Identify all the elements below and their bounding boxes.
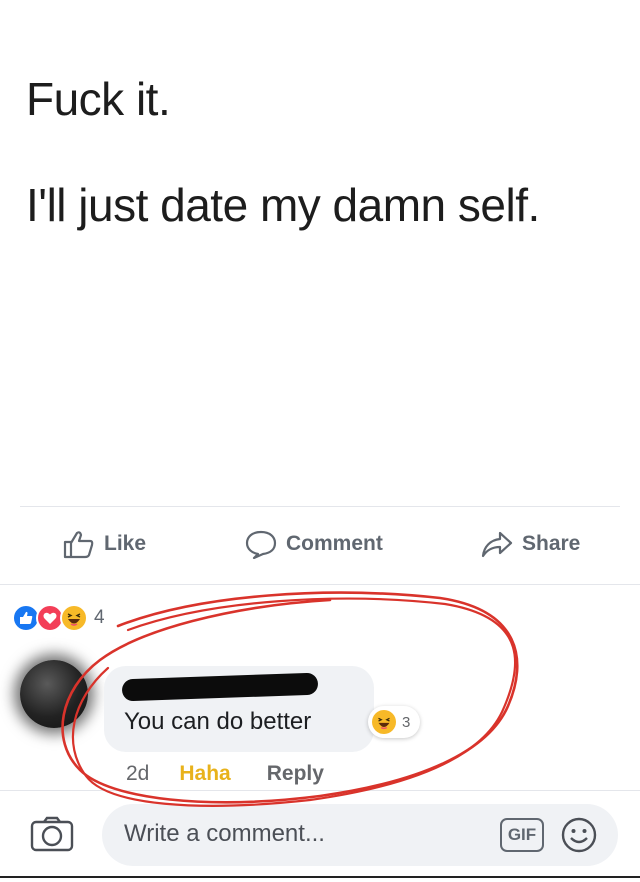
like-label: Like: [104, 532, 147, 555]
thumbs-up-icon: [62, 529, 96, 559]
reaction-count: 4: [94, 607, 105, 628]
post-action-bar: Like Comment Share: [0, 522, 640, 566]
comment-composer: Write a comment... GIF: [0, 802, 640, 868]
comment-reaction-badge[interactable]: 3: [368, 706, 421, 738]
post-text-line-2: I'll just date my damn self.: [26, 179, 540, 231]
gif-button[interactable]: GIF: [500, 818, 544, 852]
commenter-avatar[interactable]: [20, 660, 88, 728]
speech-bubble-icon: [244, 529, 278, 559]
reaction-summary[interactable]: 4: [12, 600, 105, 636]
share-arrow-icon: [480, 529, 514, 559]
like-button[interactable]: Like: [62, 522, 146, 566]
haha-icon: [372, 710, 396, 734]
haha-reaction-icon: [60, 604, 88, 632]
divider: [0, 790, 640, 791]
divider: [20, 506, 620, 507]
comment-button[interactable]: Comment: [244, 522, 383, 566]
haha-reaction-button[interactable]: Haha: [179, 762, 230, 786]
comment-meta: 2d Haha Reply: [126, 760, 324, 788]
divider: [0, 584, 640, 585]
comment-text: You can do better: [124, 708, 312, 735]
bottom-border: [0, 876, 640, 878]
comment-timestamp: 2d: [126, 762, 150, 785]
emoji-icon[interactable]: [560, 816, 598, 859]
reply-button[interactable]: Reply: [267, 762, 324, 786]
camera-icon[interactable]: [30, 816, 74, 857]
post-text-line-1: Fuck it.: [26, 73, 171, 125]
comment-input[interactable]: Write a comment... GIF: [102, 804, 618, 866]
share-button[interactable]: Share: [480, 522, 580, 566]
comment-input-placeholder: Write a comment...: [124, 820, 325, 847]
share-label: Share: [522, 532, 581, 555]
comment-label: Comment: [286, 532, 383, 555]
comment-reaction-count: 3: [402, 713, 411, 731]
